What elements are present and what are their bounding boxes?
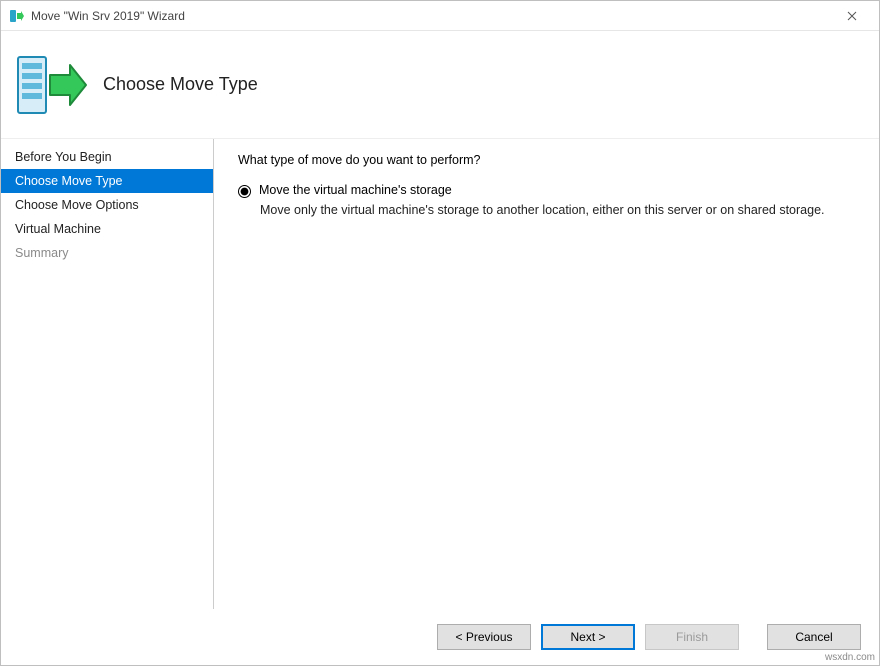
window-title: Move "Win Srv 2019" Wizard	[31, 9, 829, 23]
option-move-storage[interactable]: Move the virtual machine's storage	[238, 183, 851, 198]
previous-button[interactable]: < Previous	[437, 624, 531, 650]
option-move-storage-radio[interactable]	[238, 185, 251, 198]
page-title: Choose Move Type	[103, 74, 258, 95]
wizard-body: Before You Begin Choose Move Type Choose…	[1, 139, 879, 609]
option-move-storage-label: Move the virtual machine's storage	[259, 183, 452, 197]
content-prompt: What type of move do you want to perform…	[238, 153, 851, 167]
title-bar: Move "Win Srv 2019" Wizard	[1, 1, 879, 31]
server-move-icon	[15, 48, 89, 122]
wizard-content: What type of move do you want to perform…	[214, 139, 879, 609]
close-button[interactable]	[829, 1, 875, 31]
wizard-window: Move "Win Srv 2019" Wizard Choose Move T…	[0, 0, 880, 666]
step-sidebar: Before You Begin Choose Move Type Choose…	[1, 139, 214, 609]
step-virtual-machine[interactable]: Virtual Machine	[1, 217, 213, 241]
next-button[interactable]: Next >	[541, 624, 635, 650]
watermark: wsxdn.com	[823, 652, 877, 663]
step-summary[interactable]: Summary	[1, 241, 213, 265]
wizard-header: Choose Move Type	[1, 31, 879, 139]
finish-button[interactable]: Finish	[645, 624, 739, 650]
step-choose-move-options[interactable]: Choose Move Options	[1, 193, 213, 217]
cancel-button[interactable]: Cancel	[767, 624, 861, 650]
option-move-storage-description: Move only the virtual machine's storage …	[260, 202, 840, 219]
app-icon	[9, 8, 25, 24]
wizard-footer: < Previous Next > Finish Cancel	[1, 609, 879, 665]
step-before-you-begin[interactable]: Before You Begin	[1, 145, 213, 169]
step-choose-move-type[interactable]: Choose Move Type	[1, 169, 213, 193]
